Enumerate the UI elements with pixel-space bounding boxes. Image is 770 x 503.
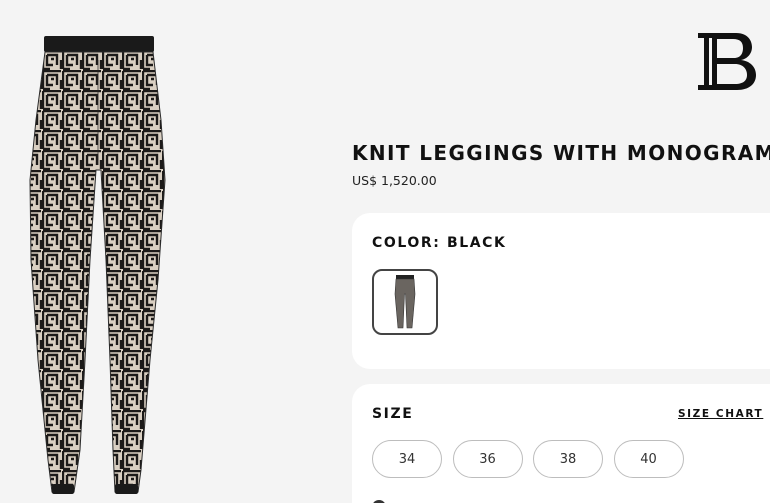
color-selector-card: COLOR: BLACK [352, 213, 770, 369]
size-option-40[interactable]: 40 [613, 440, 684, 478]
size-heading: SIZE [372, 406, 414, 422]
size-option-36[interactable]: 36 [452, 440, 523, 478]
product-title: KNIT LEGGINGS WITH MONOGRAM [352, 141, 770, 165]
size-chart-link[interactable]: SIZE CHART [678, 408, 763, 420]
color-swatch-black[interactable] [372, 269, 438, 335]
product-price: US$ 1,520.00 [352, 173, 437, 188]
size-option-34[interactable]: 34 [372, 440, 442, 478]
size-options: 34 36 38 40 [372, 440, 694, 478]
size-selector-card: SIZE SIZE CHART 34 36 38 40 [352, 384, 770, 503]
leggings-thumbnail-icon [394, 275, 416, 329]
color-heading: COLOR: BLACK [372, 235, 507, 251]
balmain-b-monogram-logo[interactable] [696, 30, 760, 94]
product-page: KNIT LEGGINGS WITH MONOGRAM US$ 1,520.00… [0, 0, 770, 503]
size-option-38[interactable]: 38 [533, 440, 603, 478]
product-image[interactable] [22, 30, 182, 503]
